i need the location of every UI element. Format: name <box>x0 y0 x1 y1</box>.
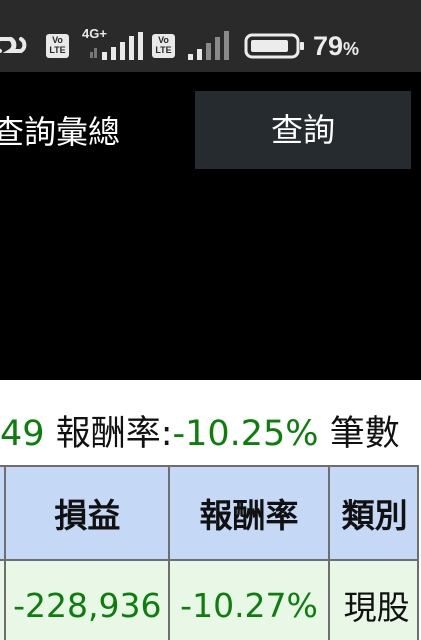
summary-line: 49 報酬率:-10.25% 筆數 <box>0 412 400 456</box>
signal-icon <box>188 31 229 60</box>
status-bar: Vo LTE 4G+ Vo LTE 79% <box>0 0 421 72</box>
battery-percentage: 79% <box>313 29 359 66</box>
volte-label-top: Vo <box>52 35 63 45</box>
query-button[interactable]: 查詢 <box>195 91 411 169</box>
app-screen: Vo LTE 4G+ Vo LTE 79% 查詢彙總 查詢 49 報酬率:-10… <box>0 0 421 640</box>
link-icon <box>0 37 27 53</box>
signal-icon <box>90 32 143 60</box>
return-rate-label: 報酬率: <box>55 414 173 454</box>
volte-label-bottom: LTE <box>155 45 172 55</box>
column-header-category: 類別 <box>327 465 420 561</box>
return-rate-cell: -10.27% <box>168 559 330 640</box>
column-header-return-rate: 報酬率 <box>168 465 330 561</box>
column-header-profit-loss: 損益 <box>4 465 171 561</box>
summary-left-value: 49 <box>0 414 45 454</box>
volte-icon: Vo LTE <box>46 34 69 58</box>
results-table: 損益 報酬率 類別 -228,936 -10.27% 現股 <box>0 465 420 640</box>
return-rate-value: -10.25% <box>172 414 319 454</box>
profit-loss-cell: -228,936 <box>4 559 171 640</box>
results-table-area: 損益 報酬率 類別 -228,936 -10.27% 現股 <box>0 462 421 640</box>
volte-label-bottom: LTE <box>49 45 66 55</box>
table-row[interactable]: -228,936 -10.27% 現股 <box>0 559 420 640</box>
page-title: 查詢彙總 <box>0 113 121 151</box>
summary-bar: 49 報酬率:-10.25% 筆數 <box>0 380 421 462</box>
volte-label-top: Vo <box>158 35 169 45</box>
query-section: 查詢彙總 查詢 <box>0 72 421 380</box>
table-header-row: 損益 報酬率 類別 <box>0 465 420 561</box>
battery-icon <box>244 33 304 59</box>
battery-unit: % <box>343 39 360 59</box>
count-label: 筆數 <box>329 414 400 454</box>
category-cell: 現股 <box>327 559 420 640</box>
volte-icon: Vo LTE <box>152 34 175 58</box>
battery-value: 79 <box>313 31 344 61</box>
